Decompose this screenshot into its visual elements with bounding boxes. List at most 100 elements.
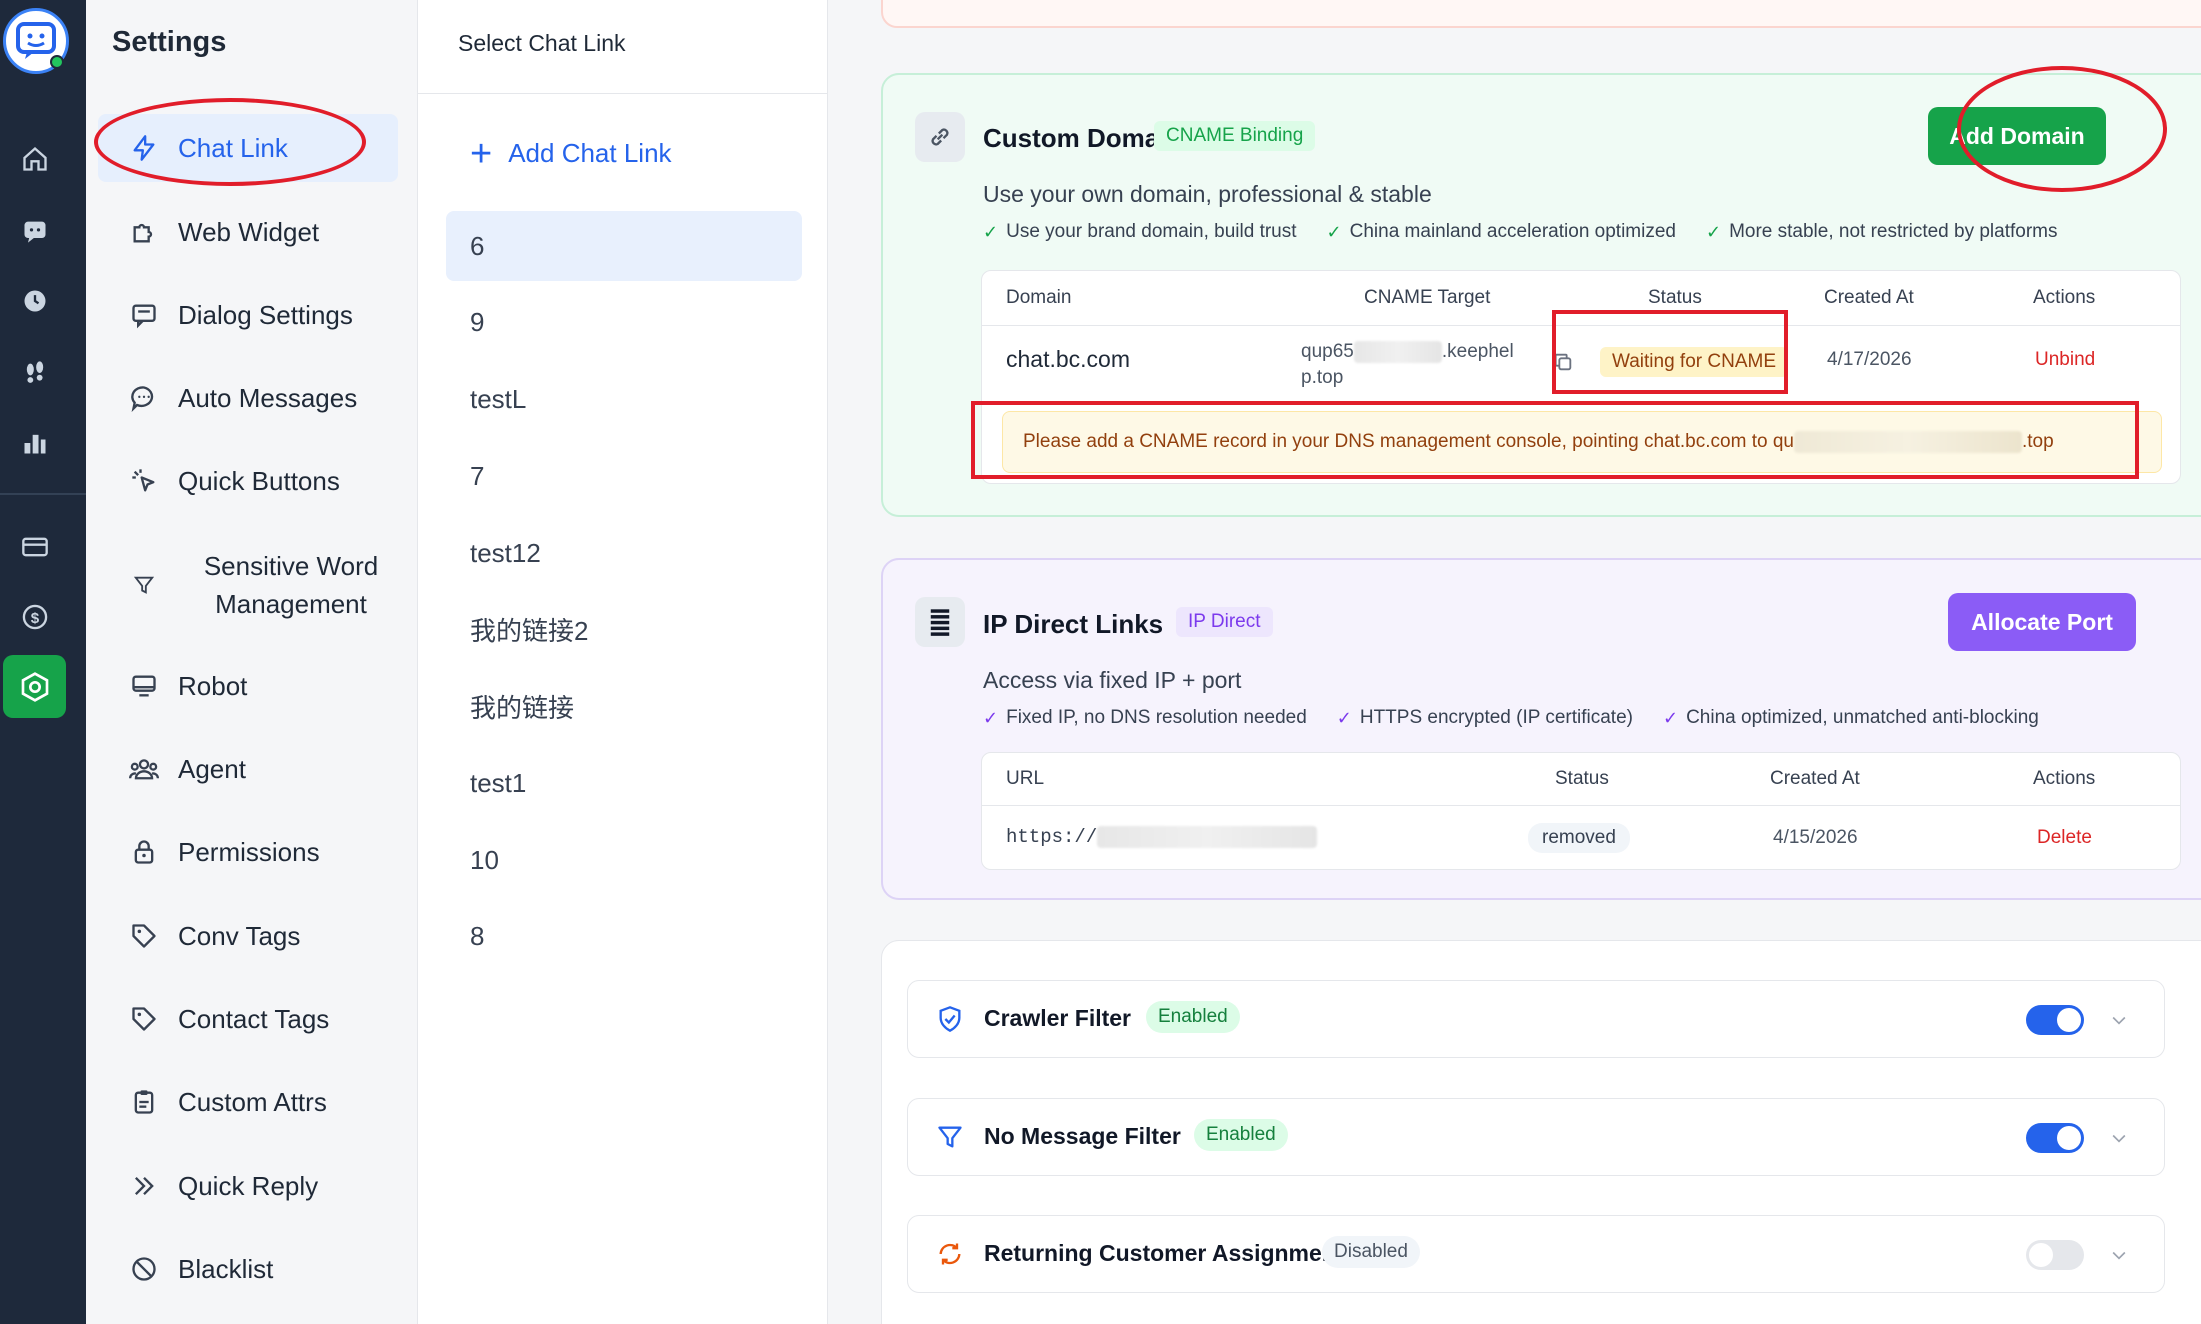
feature-item: ✓ HTTPS encrypted (IP certificate) [1336, 707, 1633, 728]
cname-hint-text: Please add a CNAME record in your DNS ma… [1023, 431, 1794, 452]
chat-link-list: Select Chat Link + Add Chat Link 6 9 tes… [418, 0, 828, 1324]
lock-icon [128, 836, 160, 868]
menu-item-sensitive-words[interactable]: Sensitive Word Management [98, 546, 398, 624]
table-divider [982, 805, 2180, 806]
add-chat-link-button[interactable]: + Add Chat Link [470, 135, 672, 173]
no-message-filter-toggle[interactable] [2026, 1123, 2084, 1153]
filter-status-badge: Enabled [1194, 1119, 1288, 1151]
ban-icon [128, 1253, 160, 1285]
chat-link-item[interactable]: 8 [446, 901, 802, 971]
table-divider [982, 325, 2180, 326]
chat-link-item[interactable]: 7 [446, 441, 802, 511]
filter-status-badge: Disabled [1322, 1236, 1420, 1268]
chevron-down-icon[interactable] [2104, 1240, 2134, 1270]
check-icon: ✓ [983, 707, 999, 728]
link-icon [915, 112, 965, 162]
copy-icon[interactable] [1552, 351, 1574, 379]
filter-icon [128, 569, 160, 601]
menu-item-label: Agent [178, 753, 246, 784]
unbind-button[interactable]: Unbind [2035, 349, 2095, 371]
menu-item-dialog-settings[interactable]: Dialog Settings [98, 281, 398, 349]
menu-item-label: Blacklist [178, 1253, 274, 1284]
menu-item-conv-tags[interactable]: Conv Tags [98, 902, 398, 970]
menu-item-label: Chat Link [178, 132, 288, 163]
menu-item-contact-tags[interactable]: Contact Tags [98, 985, 398, 1053]
chevron-down-icon[interactable] [2104, 1123, 2134, 1153]
delete-button[interactable]: Delete [2037, 827, 2092, 849]
chat-link-item[interactable]: testL [446, 364, 802, 434]
chat-link-item[interactable]: 我的链接2 [446, 594, 802, 664]
crawler-filter-row[interactable]: Crawler Filter Enabled [907, 980, 2165, 1058]
settings-nav-button[interactable] [3, 655, 66, 718]
returning-customer-toggle[interactable] [2026, 1240, 2084, 1270]
redacted-blur [1353, 340, 1442, 363]
column-header: Domain [1006, 287, 1072, 308]
funnel-icon [934, 1121, 966, 1153]
home-icon[interactable] [18, 142, 52, 176]
ip-direct-badge: IP Direct [1176, 607, 1273, 637]
allocate-port-button[interactable]: Allocate Port [1948, 593, 2136, 651]
feature-item: ✓ Fixed IP, no DNS resolution needed [983, 707, 1307, 728]
menu-item-agent[interactable]: Agent [98, 735, 398, 803]
menu-item-chat-link[interactable]: Chat Link [98, 114, 398, 182]
tag-icon [128, 1003, 160, 1035]
menu-item-label: Custom Attrs [178, 1086, 327, 1117]
custom-domain-table: Domain CNAME Target Status Created At Ac… [981, 270, 2181, 484]
chat-icon[interactable] [18, 214, 52, 248]
menu-item-label: Dialog Settings [178, 299, 353, 330]
chat-link-item[interactable]: 我的链接 [446, 671, 802, 741]
menu-item-auto-messages[interactable]: Auto Messages [98, 364, 398, 432]
returning-customer-row[interactable]: Returning Customer Assignment Disabled [907, 1215, 2165, 1293]
filters-card: Crawler Filter Enabled No Message Filter… [881, 940, 2201, 1324]
add-domain-button[interactable]: Add Domain [1928, 107, 2106, 165]
chat-link-item[interactable]: test1 [446, 748, 802, 818]
settings-hexagon-icon [21, 671, 48, 702]
custom-domain-subtitle: Use your own domain, professional & stab… [983, 181, 1432, 207]
chat-link-item[interactable]: 6 [446, 211, 802, 281]
chat-link-item[interactable]: test12 [446, 518, 802, 588]
filter-label: No Message Filter [984, 1123, 1181, 1149]
no-message-filter-row[interactable]: No Message Filter Enabled [907, 1098, 2165, 1176]
ip-direct-features: ✓ Fixed IP, no DNS resolution needed ✓ HTT… [983, 707, 2069, 729]
footprints-icon[interactable] [18, 356, 52, 390]
custom-domain-features: ✓ Use your brand domain, build trust ✓ Chi… [983, 221, 2088, 243]
chevron-down-icon[interactable] [2104, 1005, 2134, 1035]
card-icon[interactable] [18, 530, 52, 564]
menu-item-blacklist[interactable]: Blacklist [98, 1235, 398, 1303]
filter-status-badge: Enabled [1146, 1001, 1240, 1033]
cname-target-suffix-2: p.top [1301, 367, 1344, 388]
menu-item-label: Conv Tags [178, 920, 301, 951]
menu-item-label: Sensitive Word Management [203, 551, 379, 619]
toggle-knob [2029, 1243, 2053, 1267]
shield-check-icon [934, 1003, 966, 1035]
dollar-icon[interactable]: $ [18, 600, 52, 634]
custom-domain-card: Custom Domain CNAME Binding Use your own… [881, 73, 2201, 517]
menu-item-quick-buttons[interactable]: Quick Buttons [98, 447, 398, 515]
chat-link-item[interactable]: 10 [446, 825, 802, 895]
menu-item-web-widget[interactable]: Web Widget [98, 198, 398, 266]
column-header: Created At [1824, 287, 1914, 308]
dialog-icon [128, 299, 160, 331]
redacted-blur [1097, 826, 1318, 848]
menu-item-robot[interactable]: Robot [98, 652, 398, 720]
crawler-filter-toggle[interactable] [2026, 1005, 2084, 1035]
ip-direct-card: IP Direct Links IP Direct Access via fix… [881, 558, 2201, 900]
ip-direct-subtitle: Access via fixed IP + port [983, 667, 1242, 693]
menu-item-custom-attrs[interactable]: Custom Attrs [98, 1068, 398, 1136]
feature-item: ✓ Use your brand domain, build trust [983, 221, 1297, 242]
column-header: URL [1006, 768, 1045, 789]
chat-link-list-title: Select Chat Link [458, 30, 626, 56]
history-icon[interactable] [18, 284, 52, 318]
menu-item-permissions[interactable]: Permissions [98, 818, 398, 886]
cname-target-suffix: .keephel [1441, 341, 1514, 362]
ip-direct-table: URL Status Created At Actions https:// r… [981, 752, 2181, 870]
toggle-knob [2057, 1126, 2081, 1150]
bar-chart-icon[interactable] [18, 426, 52, 460]
pointer-click-icon [128, 465, 160, 497]
cname-target-prefix: qup65 [1301, 341, 1354, 362]
menu-item-quick-reply[interactable]: Quick Reply [98, 1152, 398, 1220]
column-header: Created At [1770, 768, 1860, 789]
chat-link-item[interactable]: 9 [446, 287, 802, 357]
app-logo[interactable] [3, 8, 69, 74]
settings-menu: Settings Chat Link Web Widget Dialog Set… [86, 0, 418, 1324]
